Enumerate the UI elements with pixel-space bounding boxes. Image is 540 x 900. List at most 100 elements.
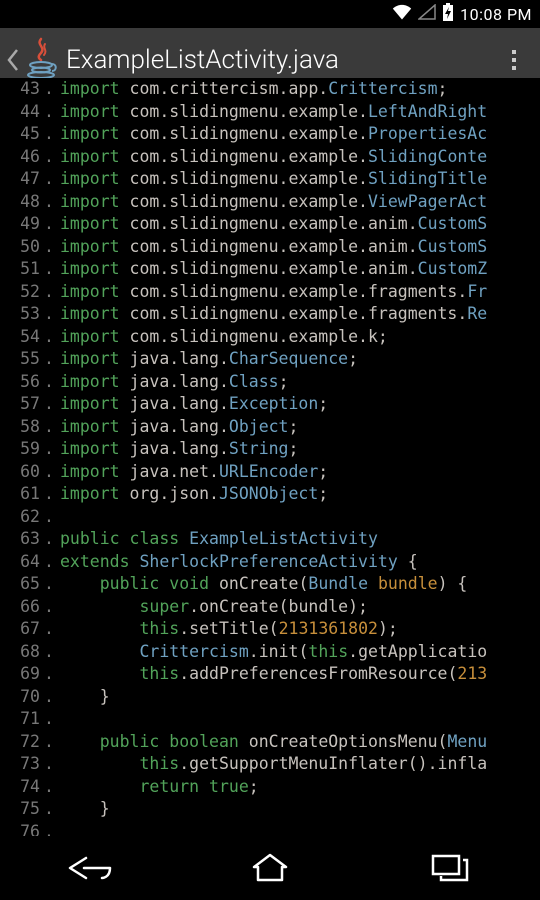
code-line[interactable]: 49.import com.slidingmenu.example.anim.C…: [0, 213, 540, 236]
code-line[interactable]: 60.import java.net.URLEncoder;: [0, 461, 540, 484]
line-content: import java.lang.CharSequence;: [54, 348, 358, 371]
line-number: 75: [0, 798, 44, 821]
code-line[interactable]: 54.import com.slidingmenu.example.k;: [0, 326, 540, 349]
battery-icon: [442, 3, 454, 25]
line-content: this.addPreferencesFromResource(213: [54, 663, 487, 686]
nav-home-button[interactable]: [220, 844, 320, 892]
line-content: public boolean onCreateOptionsMenu(Menu: [54, 731, 487, 754]
code-line[interactable]: 76.: [0, 821, 540, 837]
line-content: import org.json.JSONObject;: [54, 483, 328, 506]
signal-icon: [418, 4, 436, 24]
back-icon: [66, 854, 114, 882]
line-content: import com.slidingmenu.example.Propertie…: [54, 123, 487, 146]
line-content: [54, 506, 60, 529]
code-line[interactable]: 62.: [0, 506, 540, 529]
line-number: 53: [0, 303, 44, 326]
code-line[interactable]: 51.import com.slidingmenu.example.anim.C…: [0, 258, 540, 281]
code-line[interactable]: 52.import com.slidingmenu.example.fragme…: [0, 281, 540, 304]
code-line[interactable]: 70. }: [0, 686, 540, 709]
back-button[interactable]: [6, 36, 58, 84]
home-icon: [250, 853, 290, 883]
code-line[interactable]: 63.public class ExampleListActivity: [0, 528, 540, 551]
code-line[interactable]: 43.import com.crittercism.app.Crittercis…: [0, 78, 540, 101]
line-number: 57: [0, 393, 44, 416]
code-line[interactable]: 73. this.getSupportMenuInflater().infla: [0, 753, 540, 776]
code-line[interactable]: 47.import com.slidingmenu.example.Slidin…: [0, 168, 540, 191]
code-line[interactable]: 53.import com.slidingmenu.example.fragme…: [0, 303, 540, 326]
code-line[interactable]: 48.import com.slidingmenu.example.ViewPa…: [0, 191, 540, 214]
line-content: public class ExampleListActivity: [54, 528, 378, 551]
overflow-menu-button[interactable]: [496, 36, 532, 84]
code-line[interactable]: 74. return true;: [0, 776, 540, 799]
more-vert-icon: [511, 48, 517, 72]
line-content: import java.lang.Class;: [54, 371, 289, 394]
line-number: 72: [0, 731, 44, 754]
recent-apps-icon: [431, 854, 469, 882]
nav-recent-button[interactable]: [400, 844, 500, 892]
line-content: import com.slidingmenu.example.k;: [54, 326, 388, 349]
code-line[interactable]: 59.import java.lang.String;: [0, 438, 540, 461]
line-content: extends SherlockPreferenceActivity {: [54, 551, 418, 574]
code-line[interactable]: 67. this.setTitle(2131361802);: [0, 618, 540, 641]
nav-back-button[interactable]: [40, 844, 140, 892]
line-content: this.setTitle(2131361802);: [54, 618, 398, 641]
code-editor[interactable]: 43.import com.crittercism.app.Crittercis…: [0, 78, 540, 836]
line-number: 68: [0, 641, 44, 664]
line-number: 62: [0, 506, 44, 529]
line-content: import com.slidingmenu.example.SlidingTi…: [54, 168, 487, 191]
code-line[interactable]: 66. super.onCreate(bundle);: [0, 596, 540, 619]
line-number: 46: [0, 146, 44, 169]
line-content: import com.slidingmenu.example.LeftAndRi…: [54, 101, 487, 124]
code-line[interactable]: 61.import org.json.JSONObject;: [0, 483, 540, 506]
line-number: 65: [0, 573, 44, 596]
code-line[interactable]: 75. }: [0, 798, 540, 821]
code-line[interactable]: 64.extends SherlockPreferenceActivity {: [0, 551, 540, 574]
line-number: 48: [0, 191, 44, 214]
line-content: }: [54, 798, 110, 821]
chevron-left-icon: [6, 48, 20, 72]
code-line[interactable]: 50.import com.slidingmenu.example.anim.C…: [0, 236, 540, 259]
line-number: 61: [0, 483, 44, 506]
code-line[interactable]: 58.import java.lang.Object;: [0, 416, 540, 439]
line-number: 74: [0, 776, 44, 799]
status-bar: 10:08 PM: [0, 0, 540, 28]
line-content: [54, 821, 60, 837]
line-content: }: [54, 686, 110, 709]
line-number: 55: [0, 348, 44, 371]
code-line[interactable]: 71.: [0, 708, 540, 731]
code-line[interactable]: 44.import com.slidingmenu.example.LeftAn…: [0, 101, 540, 124]
line-content: import java.lang.Exception;: [54, 393, 328, 416]
line-number: 47: [0, 168, 44, 191]
line-content: this.getSupportMenuInflater().infla: [54, 753, 487, 776]
line-number: 60: [0, 461, 44, 484]
line-number: 54: [0, 326, 44, 349]
line-content: import com.crittercism.app.Crittercism;: [54, 78, 447, 101]
code-line[interactable]: 72. public boolean onCreateOptionsMenu(M…: [0, 731, 540, 754]
line-number: 44: [0, 101, 44, 124]
code-line[interactable]: 65. public void onCreate(Bundle bundle) …: [0, 573, 540, 596]
code-line[interactable]: 46.import com.slidingmenu.example.Slidin…: [0, 146, 540, 169]
line-number: 56: [0, 371, 44, 394]
code-line[interactable]: 57.import java.lang.Exception;: [0, 393, 540, 416]
line-content: import com.slidingmenu.example.SlidingCo…: [54, 146, 487, 169]
wifi-icon: [392, 4, 412, 24]
code-line[interactable]: 68. Crittercism.init(this.getApplicatio: [0, 641, 540, 664]
line-content: Crittercism.init(this.getApplicatio: [54, 641, 487, 664]
line-content: super.onCreate(bundle);: [54, 596, 368, 619]
code-line[interactable]: 45.import com.slidingmenu.example.Proper…: [0, 123, 540, 146]
clock: 10:08 PM: [460, 5, 532, 24]
line-number: 67: [0, 618, 44, 641]
code-line[interactable]: 69. this.addPreferencesFromResource(213: [0, 663, 540, 686]
line-content: import java.lang.String;: [54, 438, 298, 461]
line-number: 69: [0, 663, 44, 686]
line-number: 63: [0, 528, 44, 551]
line-content: import com.slidingmenu.example.anim.Cust…: [54, 258, 487, 281]
line-number: 50: [0, 236, 44, 259]
line-content: import java.net.URLEncoder;: [54, 461, 328, 484]
line-number: 49: [0, 213, 44, 236]
code-line[interactable]: 56.import java.lang.Class;: [0, 371, 540, 394]
line-content: return true;: [54, 776, 259, 799]
line-number: 45: [0, 123, 44, 146]
line-content: import com.slidingmenu.example.anim.Cust…: [54, 236, 487, 259]
code-line[interactable]: 55.import java.lang.CharSequence;: [0, 348, 540, 371]
